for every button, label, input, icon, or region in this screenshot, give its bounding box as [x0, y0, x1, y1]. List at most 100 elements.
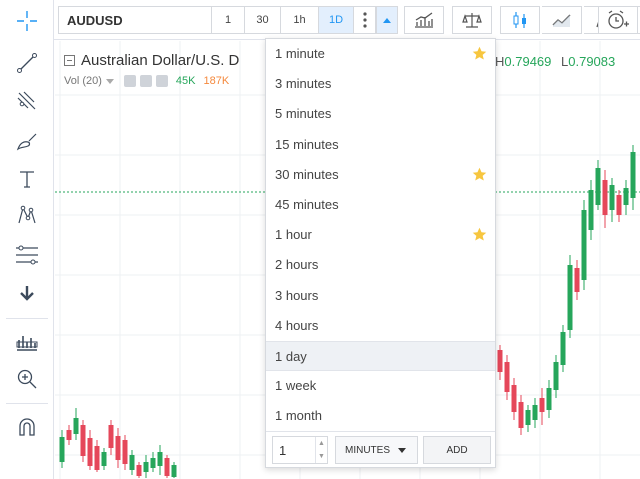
interval-menu-item[interactable]: 1 day: [266, 340, 495, 372]
candle-body: [150, 458, 156, 468]
candle-body: [73, 418, 79, 434]
ohlc-values: H0.79469 L0.79083: [495, 54, 615, 69]
close-icon[interactable]: [155, 75, 168, 87]
interval-menu-item-label: 2 hours: [275, 257, 319, 273]
candle-body: [122, 440, 128, 464]
interval-menu-item-label: 1 week: [275, 378, 317, 394]
interval-menu-item-label: 5 minutes: [275, 106, 332, 122]
stepper-icon[interactable]: ▲ ▼: [315, 437, 327, 463]
candle-body: [623, 188, 629, 205]
timeframe-30[interactable]: 30: [245, 6, 281, 34]
interval-menu-item[interactable]: 1 minute: [266, 39, 495, 69]
interval-menu-item-label: 1 minute: [275, 46, 325, 61]
candle-body: [567, 265, 573, 330]
pitchfork-icon[interactable]: [0, 86, 54, 116]
interval-value-input[interactable]: 1 ▲ ▼: [272, 436, 328, 464]
candle-body: [553, 362, 559, 390]
interval-menu-item-label: 4 hours: [275, 317, 319, 333]
indicators-icon[interactable]: [404, 6, 444, 34]
candle-body: [511, 385, 517, 412]
candle-body: [101, 452, 107, 466]
custom-interval-row: 1 ▲ ▼ MINUTES ADD: [266, 431, 495, 468]
candle-body: [588, 190, 594, 230]
candle-body: [525, 410, 531, 425]
prediction-icon[interactable]: [0, 240, 54, 270]
candle-body: [602, 180, 608, 215]
candle-body: [115, 436, 121, 460]
left-toolbar: [0, 0, 54, 479]
interval-unit-select[interactable]: MINUTES: [335, 436, 418, 464]
interval-menu-item-label: 3 minutes: [275, 76, 332, 92]
chevron-down-icon: [398, 447, 406, 453]
interval-menu-item[interactable]: 1 month: [266, 401, 495, 431]
star-icon[interactable]: [472, 46, 487, 61]
candle-body: [164, 458, 170, 476]
candle-body: [59, 437, 65, 462]
line-chart-icon[interactable]: [542, 6, 582, 34]
candle-body: [532, 405, 538, 420]
symbol-title: Australian Dollar/U.S. D: [81, 52, 240, 69]
zoom-icon[interactable]: [0, 364, 54, 394]
interval-menu-item[interactable]: 1 hour: [266, 220, 495, 250]
crosshair-icon[interactable]: [0, 6, 54, 36]
candle-body: [609, 185, 615, 210]
interval-menu-item-label: 45 minutes: [275, 196, 339, 212]
star-icon[interactable]: [472, 227, 487, 242]
candle-body: [595, 168, 601, 205]
symbol-search-input[interactable]: AUDUSD: [58, 6, 212, 34]
timeframe-1d[interactable]: 1D: [319, 6, 354, 34]
more-icon[interactable]: [354, 6, 376, 34]
interval-menu-item[interactable]: 2 hours: [266, 250, 495, 280]
alert-icon[interactable]: [598, 6, 638, 34]
chart-legend-title: Australian Dollar/U.S. D: [64, 52, 239, 69]
caret-up-icon[interactable]: [376, 6, 398, 34]
interval-menu-item-label: 3 hours: [275, 287, 319, 303]
interval-menu-item[interactable]: 30 minutes: [266, 160, 495, 190]
volume-label: Vol (20): [64, 75, 102, 87]
candle-body: [539, 398, 545, 412]
timeframe-1[interactable]: 1: [212, 6, 245, 34]
candle-body: [143, 462, 149, 472]
candle-body: [80, 425, 86, 456]
star-icon[interactable]: [472, 167, 487, 182]
add-interval-button[interactable]: ADD: [423, 436, 491, 464]
candle-body: [518, 402, 524, 428]
interval-menu-item[interactable]: 5 minutes: [266, 99, 495, 129]
interval-menu-item-label: 1 hour: [275, 227, 312, 243]
candle-body: [157, 452, 163, 466]
collapse-icon[interactable]: [64, 55, 75, 66]
trend-line-icon[interactable]: [0, 48, 54, 78]
candle-body: [108, 425, 114, 448]
volume-value-ma: 187K: [203, 75, 230, 87]
text-icon[interactable]: [0, 164, 54, 194]
interval-menu-item[interactable]: 15 minutes: [266, 130, 495, 160]
interval-menu-item-label: 1 month: [275, 408, 322, 424]
candle-body: [497, 350, 503, 372]
interval-value: 1: [279, 443, 287, 458]
candle-body: [87, 438, 93, 466]
compare-icon[interactable]: [452, 6, 492, 34]
low-value: 0.79083: [568, 54, 616, 69]
settings-icon[interactable]: [139, 75, 152, 87]
top-toolbar: AUDUSD 1 30 1h 1D: [54, 0, 640, 40]
arrow-down-icon[interactable]: [0, 278, 54, 308]
eye-icon[interactable]: [123, 75, 136, 87]
candle-body: [171, 465, 177, 477]
magnet-icon[interactable]: [0, 412, 54, 442]
candle-body: [136, 465, 142, 476]
candles-icon[interactable]: [500, 6, 540, 34]
long-position-icon[interactable]: [0, 326, 54, 356]
timeframe-1h[interactable]: 1h: [281, 6, 319, 34]
interval-menu-item[interactable]: 4 hours: [266, 311, 495, 341]
high-label: H: [495, 54, 505, 69]
interval-menu-item[interactable]: 3 hours: [266, 281, 495, 311]
brush-icon[interactable]: [0, 126, 54, 156]
candle-body: [94, 446, 100, 470]
interval-menu-item[interactable]: 1 week: [266, 371, 495, 401]
pattern-icon[interactable]: [0, 200, 54, 230]
candle-body: [129, 455, 135, 470]
interval-menu-item[interactable]: 45 minutes: [266, 190, 495, 220]
interval-menu-item[interactable]: 3 minutes: [266, 69, 495, 99]
interval-unit: MINUTES: [345, 444, 390, 456]
chevron-down-icon[interactable]: [105, 78, 114, 84]
